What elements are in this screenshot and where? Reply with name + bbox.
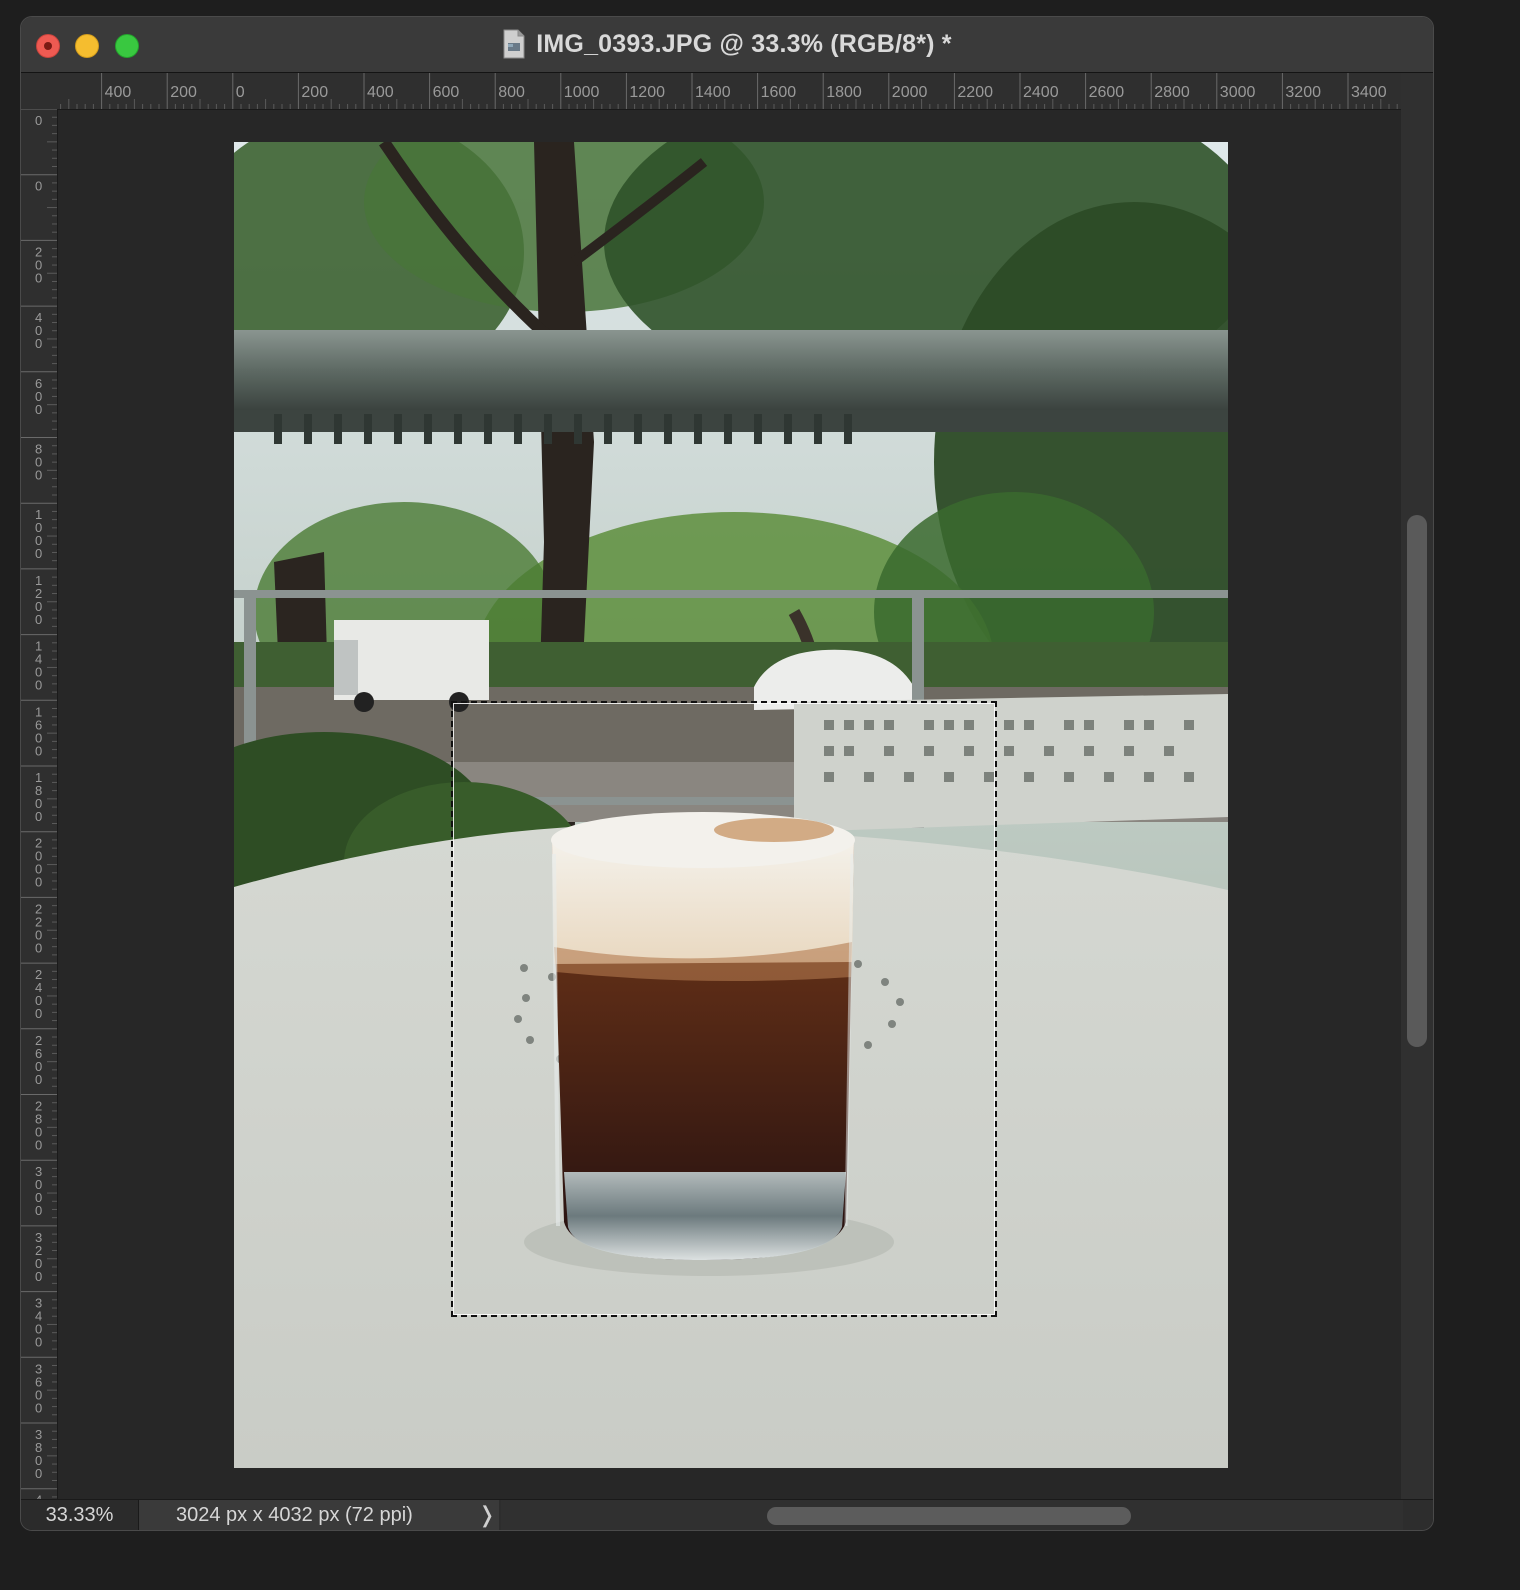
ruler-label: 1600 xyxy=(761,84,797,101)
ruler-label: 1400 xyxy=(695,84,731,101)
ruler-label: 0 xyxy=(35,743,42,758)
ruler-label: 2000 xyxy=(892,84,928,101)
document-info: 3024 px x 4032 px (72 ppi) xyxy=(139,1500,499,1530)
ruler-label: 0 xyxy=(35,468,42,483)
ruler-label: 1200 xyxy=(629,84,665,101)
ruler-label: 400 xyxy=(367,84,394,101)
chevron-right-icon[interactable]: ❭ xyxy=(473,1500,501,1530)
document-image[interactable] xyxy=(234,142,1228,1468)
ruler-label: 800 xyxy=(498,84,525,101)
horizontal-scroll-thumb[interactable] xyxy=(767,1507,1131,1525)
vertical-ruler[interactable]: 0020040060080010001200140016001800200022… xyxy=(21,109,58,1501)
ruler-label: 0 xyxy=(35,1466,42,1481)
ruler-label: 3200 xyxy=(1285,84,1321,101)
window-title: IMG_0393.JPG @ 33.3% (RGB/8*) * xyxy=(536,29,952,58)
ruler-label: 600 xyxy=(433,84,460,101)
ruler-corner[interactable] xyxy=(21,73,57,109)
document-window: IMG_0393.JPG @ 33.3% (RGB/8*) * 0 0 400 200… xyxy=(20,16,1434,1531)
ruler-label: 0 xyxy=(35,1203,42,1218)
ruler-label: 0 xyxy=(236,84,245,101)
horizontal-ruler-scale: 0040020002004006008001000120014001600180… xyxy=(35,73,1398,109)
ruler-label: 0 xyxy=(35,1269,42,1284)
ruler-label: 1000 xyxy=(564,84,600,101)
ruler-label: 3000 xyxy=(1220,84,1256,101)
vertical-scrollbar[interactable] xyxy=(1401,73,1433,1501)
ruler-label: 2200 xyxy=(957,84,993,101)
vertical-scroll-thumb[interactable] xyxy=(1407,515,1427,1047)
title-bar[interactable]: IMG_0393.JPG @ 33.3% (RGB/8*) * xyxy=(21,17,1433,73)
ruler-label: 0 xyxy=(35,270,42,285)
ruler-label: 0 xyxy=(35,113,42,128)
horizontal-scrollbar[interactable] xyxy=(501,1500,1403,1530)
canvas-area[interactable] xyxy=(58,110,1403,1501)
ruler-label: 3400 xyxy=(1351,84,1387,101)
ruler-label: 0 xyxy=(35,875,42,890)
ruler-label: 0 xyxy=(35,1072,42,1087)
horizontal-ruler[interactable]: 0040020002004006008001000120014001600180… xyxy=(21,73,1403,110)
status-bar: 33.33% 3024 px x 4032 px (72 ppi) ❭ xyxy=(21,1499,1433,1530)
ruler-label: 2600 xyxy=(1089,84,1125,101)
ruler-label: 0 xyxy=(35,336,42,351)
ruler-label: 0 xyxy=(35,546,42,561)
ruler-label: 0 xyxy=(35,402,42,417)
ruler-label: 0 xyxy=(35,1400,42,1415)
ruler-label: 0 xyxy=(35,678,42,693)
document-icon xyxy=(503,29,525,59)
ruler-label: 0 xyxy=(35,809,42,824)
ruler-label: 2800 xyxy=(1154,84,1190,101)
title-group: IMG_0393.JPG @ 33.3% (RGB/8*) * xyxy=(21,27,1433,61)
ruler-label: 400 xyxy=(105,84,132,101)
zoom-level-field[interactable]: 33.33% xyxy=(21,1500,139,1530)
ruler-label: 2400 xyxy=(1023,84,1059,101)
ruler-label: 200 xyxy=(301,84,328,101)
vertical-ruler-scale: 0020040060080010001200140016001800200022… xyxy=(21,109,57,1501)
ruler-label: 0 xyxy=(35,1335,42,1350)
coffee-photo xyxy=(234,142,1228,1468)
ruler-label: 0 xyxy=(35,940,42,955)
ruler-label: 0 xyxy=(35,179,42,194)
ruler-label: 0 xyxy=(35,1138,42,1153)
ruler-label: 0 xyxy=(35,1006,42,1021)
ruler-label: 200 xyxy=(170,84,197,101)
ruler-label: 1800 xyxy=(826,84,862,101)
ruler-label: 0 xyxy=(35,612,42,627)
